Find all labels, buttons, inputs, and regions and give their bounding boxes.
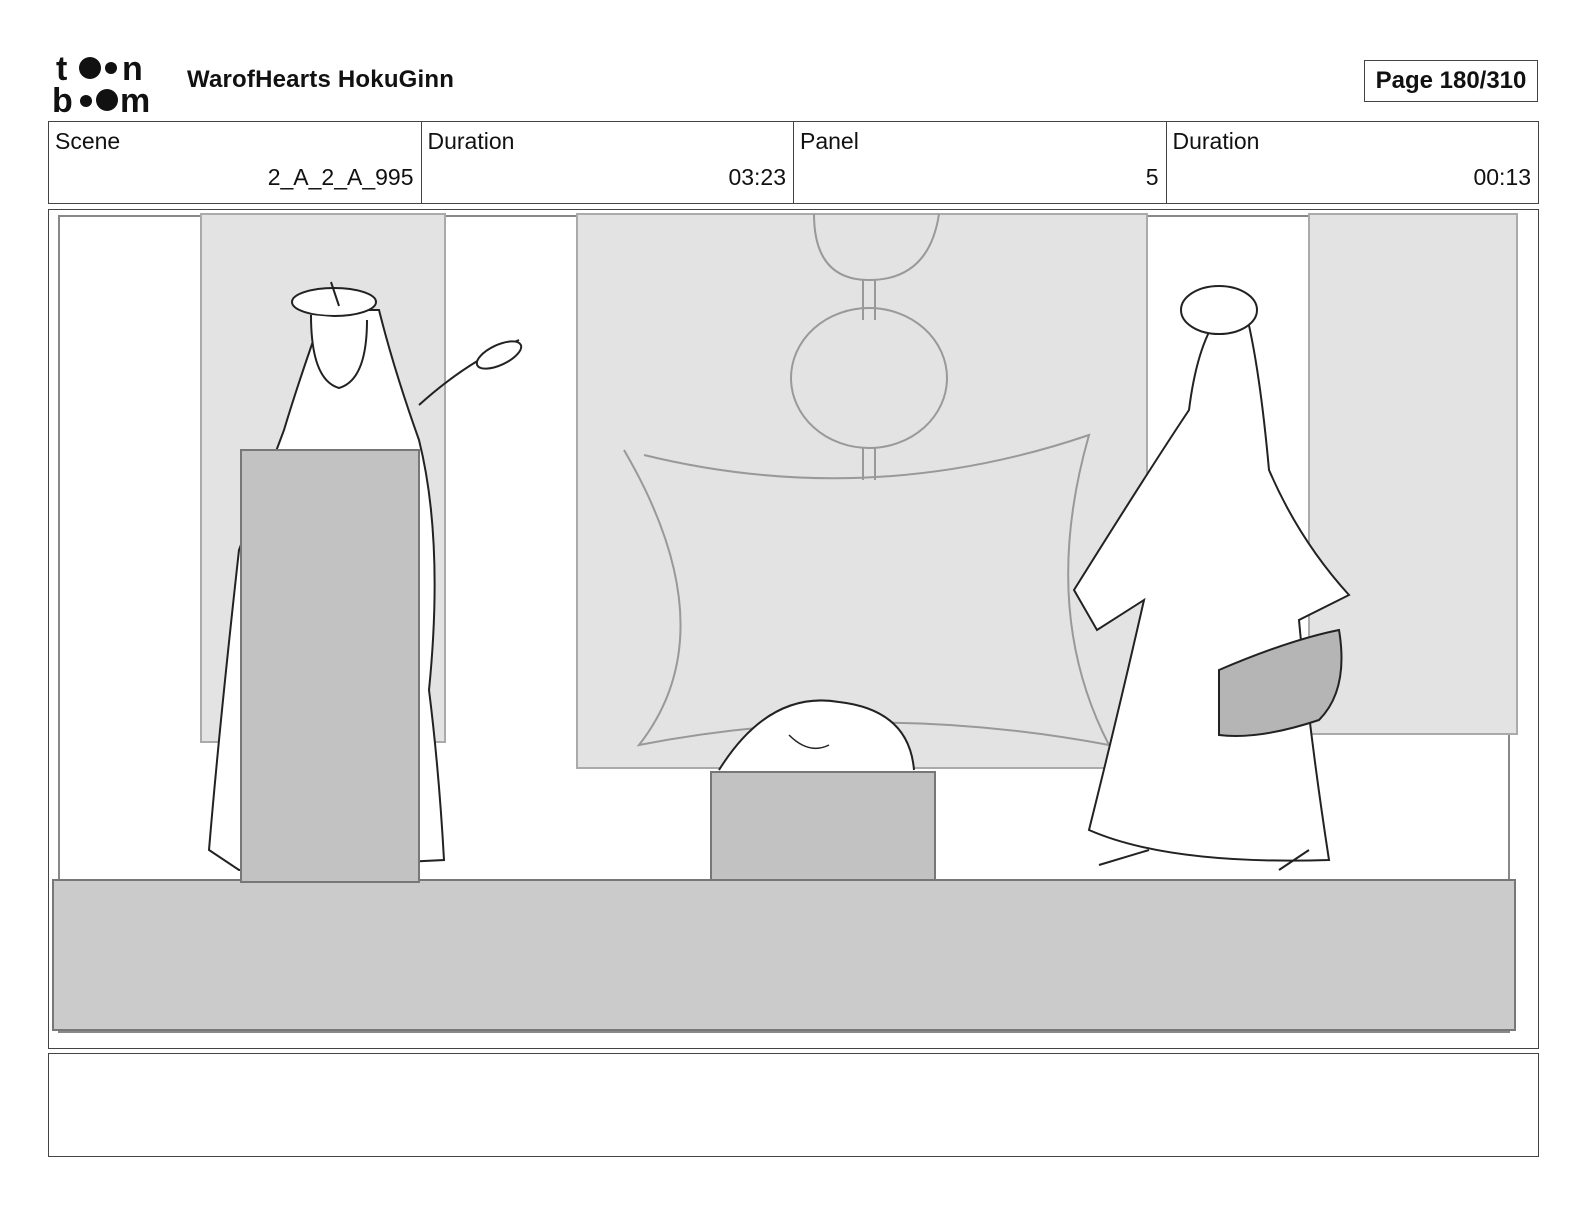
panel-duration-cell: Duration 00:13	[1167, 122, 1539, 203]
stage-floor	[52, 879, 1516, 1031]
storyboard-panel	[48, 209, 1539, 1049]
panel-sketch	[52, 213, 1518, 1033]
center-block	[710, 771, 936, 881]
panel-notes-box	[48, 1053, 1539, 1157]
svg-text:m: m	[120, 82, 150, 114]
scene-info-row: Scene 2_A_2_A_995 Duration 03:23 Panel 5…	[48, 121, 1539, 204]
panel-value: 5	[1145, 164, 1159, 190]
scene-label: Scene	[55, 128, 121, 154]
scene-cell: Scene 2_A_2_A_995	[49, 122, 422, 203]
svg-text:b: b	[52, 82, 73, 114]
toon-boom-logo: t n b m	[50, 50, 166, 120]
podium	[240, 449, 420, 883]
page-indicator: Page 180/310	[1364, 60, 1538, 102]
panel-label: Panel	[800, 128, 859, 154]
project-title: WarofHearts HokuGinn	[187, 66, 455, 93]
panel-duration-value: 00:13	[1473, 164, 1531, 190]
scene-duration-label: Duration	[427, 128, 515, 154]
panel-cell: Panel 5	[794, 122, 1167, 203]
scene-duration-value: 03:23	[728, 164, 786, 190]
scene-value: 2_A_2_A_995	[267, 164, 414, 190]
scene-duration-cell: Duration 03:23	[422, 122, 794, 203]
panel-duration-label: Duration	[1172, 128, 1260, 154]
